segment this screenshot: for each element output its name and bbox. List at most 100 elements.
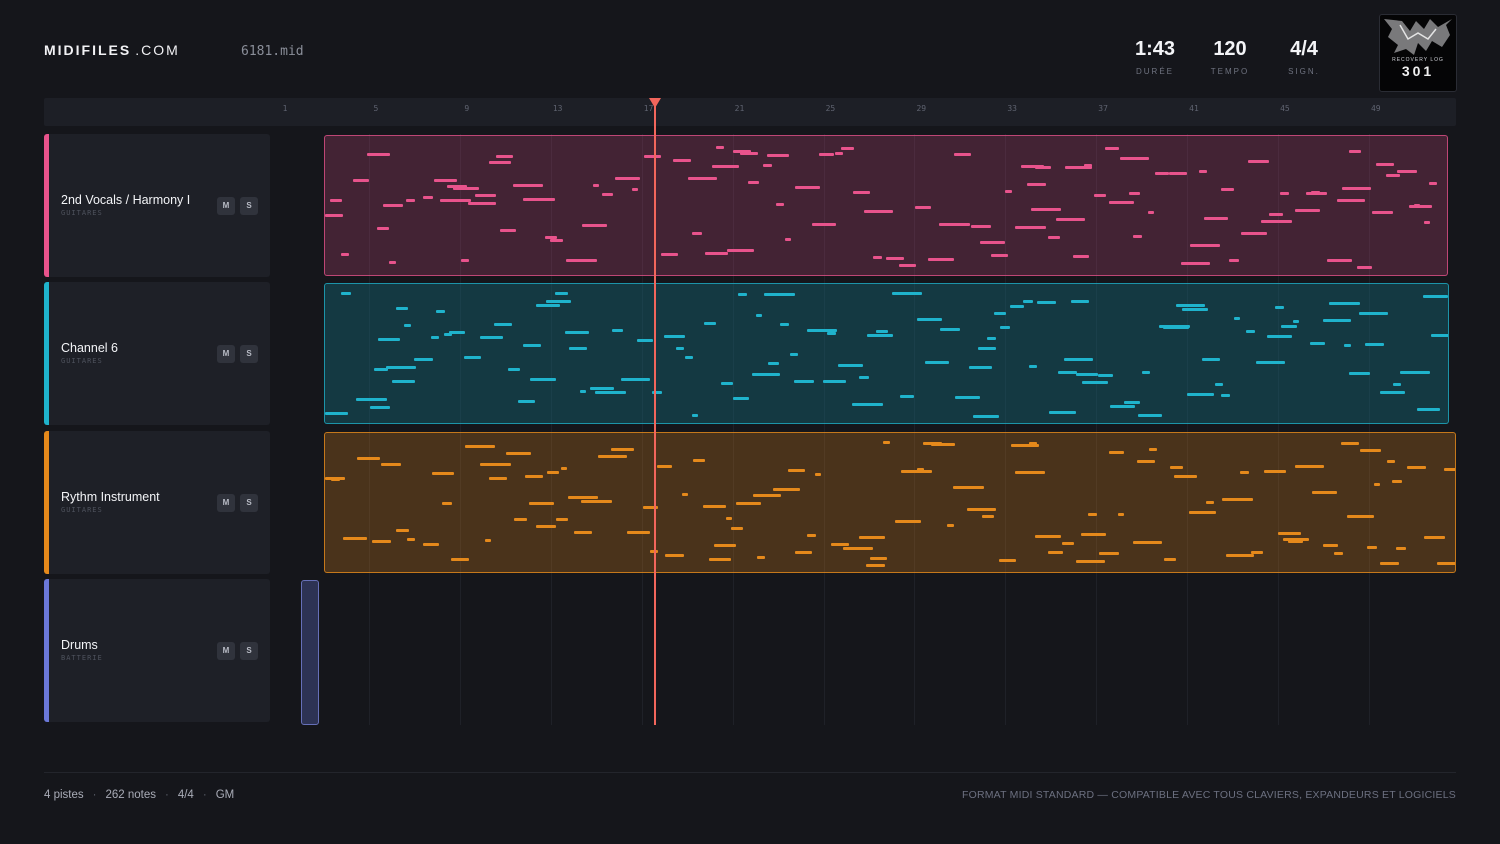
midi-note bbox=[1155, 172, 1169, 175]
midi-note bbox=[767, 154, 789, 157]
track-name: Channel 6 bbox=[61, 341, 118, 355]
midi-note bbox=[716, 146, 724, 149]
midi-note bbox=[389, 261, 396, 264]
midi-note bbox=[1424, 221, 1430, 224]
midi-note bbox=[331, 478, 340, 481]
site-logo[interactable]: MIDIFILES .COM bbox=[44, 42, 180, 58]
midi-note bbox=[925, 361, 949, 364]
midi-note bbox=[381, 463, 401, 466]
midi-note bbox=[1380, 562, 1399, 565]
ruler-tick: 5 bbox=[373, 104, 379, 113]
midi-note bbox=[915, 206, 931, 209]
track-header-vocals[interactable]: 2nd Vocals / Harmony I GUITARES M S bbox=[44, 134, 270, 277]
midi-note bbox=[330, 199, 342, 202]
track-header-drums[interactable]: Drums BATTERIE M S bbox=[44, 579, 270, 722]
midi-note bbox=[1380, 391, 1405, 394]
midi-note bbox=[612, 329, 623, 332]
midi-note bbox=[1062, 542, 1074, 545]
midi-note bbox=[547, 471, 559, 474]
midi-note bbox=[1035, 166, 1051, 169]
ruler-tick: 33 bbox=[1007, 104, 1018, 113]
midi-note bbox=[835, 152, 843, 155]
midi-note bbox=[1029, 442, 1037, 445]
ruler-tick: 41 bbox=[1189, 104, 1199, 113]
midi-note bbox=[377, 227, 389, 230]
mute-button[interactable]: M bbox=[217, 642, 235, 660]
midi-note bbox=[973, 415, 999, 418]
midi-note bbox=[464, 356, 481, 359]
solo-button[interactable]: S bbox=[240, 345, 258, 363]
solo-button[interactable]: S bbox=[240, 642, 258, 660]
midi-note bbox=[1148, 211, 1154, 214]
mute-button[interactable]: M bbox=[217, 197, 235, 215]
ruler-tick: 1 bbox=[282, 104, 288, 113]
midi-note bbox=[1337, 199, 1365, 202]
track-color-bar bbox=[44, 282, 49, 425]
duration-label: DURÉE bbox=[1135, 67, 1174, 76]
solo-button[interactable]: S bbox=[240, 197, 258, 215]
midi-note bbox=[1267, 335, 1292, 338]
midi-note bbox=[768, 362, 779, 365]
midi-note bbox=[1110, 405, 1135, 408]
channel-6-region[interactable] bbox=[324, 283, 1449, 424]
midi-note bbox=[947, 524, 954, 527]
track-header-channel-6[interactable]: Channel 6 GUITARES M S bbox=[44, 282, 270, 425]
midi-note bbox=[581, 500, 612, 503]
midi-note bbox=[794, 380, 814, 383]
midi-note bbox=[1206, 501, 1214, 504]
track-color-bar bbox=[44, 431, 49, 574]
midi-note bbox=[815, 473, 821, 476]
piano-roll-lanes[interactable] bbox=[278, 134, 1456, 725]
tempo-label: TEMPO bbox=[1210, 67, 1250, 76]
midi-note bbox=[637, 339, 653, 342]
vocals-region[interactable] bbox=[324, 135, 1448, 276]
signature-label: SIGN. bbox=[1288, 67, 1320, 76]
midi-note bbox=[757, 556, 765, 559]
midi-note bbox=[1094, 194, 1106, 197]
midi-note bbox=[590, 387, 614, 390]
midi-note bbox=[1138, 414, 1162, 417]
midi-note bbox=[341, 292, 351, 295]
midi-note bbox=[1295, 465, 1324, 468]
track-count: 4 pistes bbox=[44, 789, 84, 801]
midi-note bbox=[514, 518, 527, 521]
midi-note bbox=[895, 520, 921, 523]
duration-stat: 1:43 DURÉE bbox=[1125, 38, 1185, 76]
midi-note bbox=[1163, 326, 1189, 329]
midi-note bbox=[812, 223, 836, 226]
midi-note bbox=[555, 292, 568, 295]
midi-note bbox=[853, 191, 870, 194]
logo-wordmark: MIDIFILES bbox=[44, 42, 132, 58]
track-header-rythm[interactable]: Rythm Instrument GUITARES M S bbox=[44, 431, 270, 574]
playhead[interactable] bbox=[654, 104, 656, 725]
midi-note bbox=[407, 538, 415, 541]
solo-button[interactable]: S bbox=[240, 494, 258, 512]
midi-note bbox=[1221, 394, 1230, 397]
midi-note bbox=[1323, 544, 1338, 547]
midi-note bbox=[752, 373, 780, 376]
midi-note bbox=[1288, 540, 1303, 543]
midi-note bbox=[1082, 381, 1108, 384]
midi-note bbox=[1182, 308, 1208, 311]
midi-note bbox=[1133, 235, 1142, 238]
midi-note bbox=[841, 147, 854, 150]
mute-button[interactable]: M bbox=[217, 494, 235, 512]
midi-note bbox=[1190, 244, 1220, 247]
mute-button[interactable]: M bbox=[217, 345, 235, 363]
midi-note bbox=[611, 448, 634, 451]
drums-clip[interactable] bbox=[301, 580, 319, 725]
midi-note bbox=[356, 398, 387, 401]
rythm-region[interactable] bbox=[324, 432, 1456, 573]
midi-note bbox=[383, 204, 403, 207]
midi-note bbox=[721, 382, 733, 385]
midi-note bbox=[859, 376, 869, 379]
timeline-ruler[interactable]: 1 5 9 13 17 21 25 29 33 37 41 45 49 bbox=[44, 98, 1456, 126]
midi-note bbox=[442, 502, 452, 505]
midi-note bbox=[465, 445, 495, 448]
midi-note bbox=[685, 356, 693, 359]
ruler-tick: 37 bbox=[1098, 104, 1108, 113]
midi-note bbox=[1109, 201, 1134, 204]
midi-note bbox=[709, 558, 731, 561]
midi-note bbox=[1261, 220, 1292, 223]
midi-note bbox=[1396, 547, 1406, 550]
